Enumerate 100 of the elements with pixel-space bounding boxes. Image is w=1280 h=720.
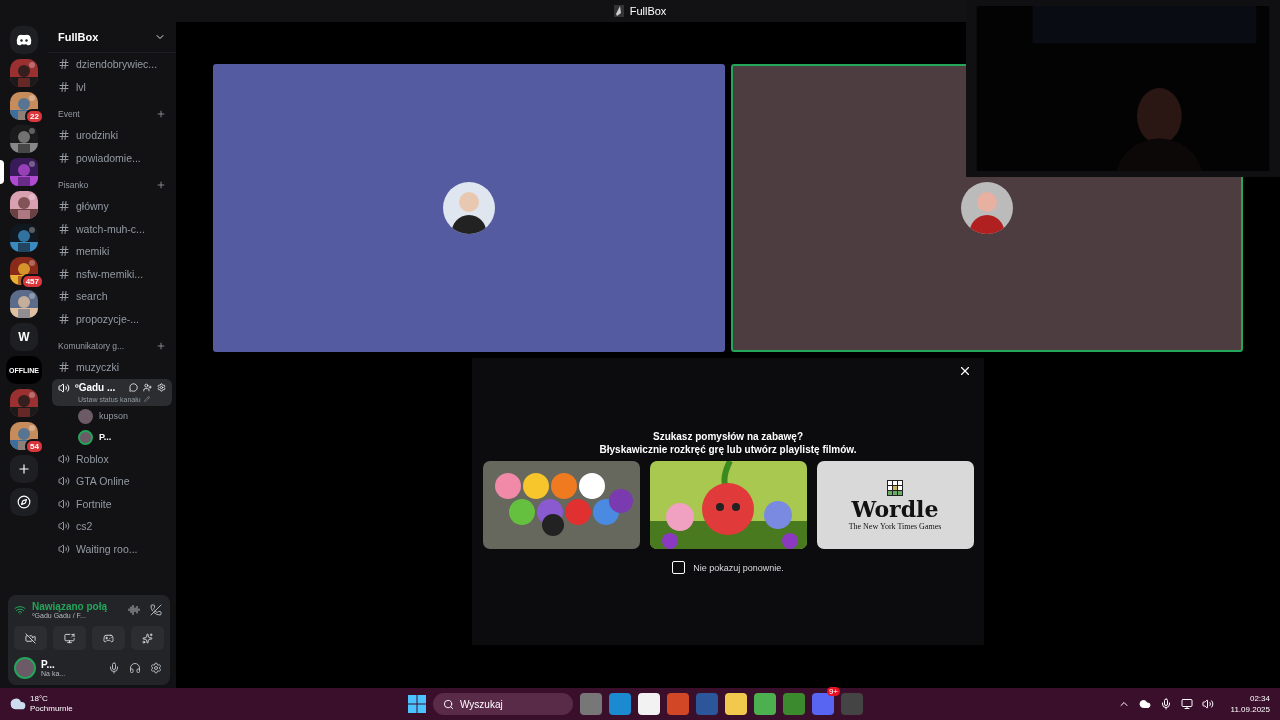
category-label[interactable]: Pisanko <box>58 180 89 190</box>
screen-share-icon <box>64 632 75 644</box>
connection-icon[interactable] <box>14 604 26 616</box>
hash-icon <box>58 58 70 71</box>
speaker-icon <box>58 497 70 510</box>
camera-button[interactable] <box>14 626 47 650</box>
grid-icon <box>887 479 903 496</box>
channel-item[interactable]: propozycje-... <box>52 307 172 330</box>
server-header[interactable]: FullBox <box>48 22 176 53</box>
noise-suppression-button[interactable] <box>126 602 142 618</box>
hash-icon <box>58 361 70 374</box>
hash-icon <box>58 267 70 280</box>
windows-start-icon[interactable] <box>408 695 426 713</box>
channel-name: ºGadu ... <box>75 382 117 393</box>
speaker-icon <box>58 381 70 394</box>
chat-icon[interactable] <box>129 383 138 392</box>
search-icon <box>443 698 454 710</box>
compass-icon <box>17 495 31 509</box>
add-server-button[interactable] <box>10 455 38 483</box>
soundboard-button[interactable] <box>131 626 164 650</box>
hash-icon <box>58 200 70 213</box>
discord-logo-icon[interactable] <box>10 26 38 54</box>
cloud-icon[interactable] <box>1138 698 1151 710</box>
voice-channel-item[interactable]: Roblox <box>52 447 172 470</box>
explore-button[interactable] <box>10 488 38 516</box>
invite-icon[interactable] <box>143 383 152 392</box>
user-name: P... <box>41 659 56 670</box>
voice-channel-item[interactable]: Waiting roo... <box>52 537 172 560</box>
pencil-icon[interactable] <box>143 396 150 402</box>
channel-item[interactable]: search <box>52 285 172 308</box>
weather-text[interactable]: Pochmurnie <box>30 704 73 714</box>
hash-icon <box>58 312 70 325</box>
hash-icon <box>58 245 70 258</box>
camera-off-icon <box>25 632 36 644</box>
channel-item[interactable]: memiki <box>52 240 172 263</box>
voice-channel-item[interactable]: Fortnite <box>52 492 172 515</box>
phone-icon <box>150 604 162 616</box>
hash-icon <box>58 222 70 235</box>
activity-card[interactable]: Wordle The New York Times Games <box>816 461 974 549</box>
channel-item[interactable]: powiadomie... <box>52 146 172 169</box>
window-title: FullBox <box>629 5 667 17</box>
headphones-button[interactable] <box>127 660 143 676</box>
plus-icon <box>17 462 31 476</box>
clock[interactable]: 02:34 11.09.2025 <box>1230 693 1270 715</box>
settings-button[interactable] <box>148 660 164 676</box>
taskbar-search[interactable]: Wyszukaj <box>433 693 573 715</box>
settings-icon[interactable] <box>157 383 166 392</box>
hash-icon <box>58 290 70 303</box>
screen-share-button[interactable] <box>53 626 86 650</box>
activity-button[interactable] <box>92 626 125 650</box>
disconnect-button[interactable] <box>148 602 164 618</box>
voice-channel-item[interactable]: GTA Online <box>52 470 172 493</box>
settings-icon <box>150 662 162 674</box>
cloud-icon[interactable] <box>10 696 26 712</box>
channel-item[interactable]: główny <box>52 195 172 218</box>
volume-icon[interactable] <box>1201 698 1214 710</box>
mic-icon[interactable] <box>1159 698 1172 710</box>
add-channel-icon[interactable] <box>156 180 166 190</box>
game-publisher: The New York Times Games <box>848 521 942 531</box>
close-button[interactable] <box>958 364 972 378</box>
add-channel-icon[interactable] <box>156 109 166 119</box>
category-label[interactable]: Event <box>58 109 80 119</box>
hash-icon <box>58 80 70 93</box>
popup-text: Błyskawicznie rozkręć grę lub utwórz playlistę filmów. <box>599 443 857 456</box>
selected-indicator <box>0 160 4 184</box>
channel-item[interactable]: urodzinki <box>52 124 172 147</box>
popup-heading: Szukasz pomysłów na zabawę? <box>652 430 803 443</box>
notification-badge: 9+ <box>826 687 840 696</box>
game-title: Wordle <box>851 496 939 521</box>
hash-icon <box>58 151 70 164</box>
channel-item[interactable]: lvl <box>52 75 172 98</box>
channel-item[interactable]: nsfw-memiki... <box>52 262 172 285</box>
unread-badge: 457 <box>20 274 44 289</box>
mic-icon <box>108 662 120 674</box>
speaker-icon <box>58 452 70 465</box>
unread-badge: 54 <box>25 439 44 454</box>
channel-item[interactable]: muzyczki <box>52 356 172 379</box>
hash-icon <box>58 129 70 142</box>
speaker-icon <box>58 542 70 555</box>
checkbox[interactable] <box>672 561 686 574</box>
add-channel-icon[interactable] <box>156 341 166 351</box>
channel-item[interactable]: watch-muh-c... <box>52 217 172 240</box>
sound-wave-icon <box>128 604 140 616</box>
checkbox-label: Nie pokazuj ponownie. <box>693 562 784 573</box>
speaker-icon <box>58 475 70 488</box>
server-icon[interactable]: W <box>10 323 38 351</box>
member-name[interactable]: kupson <box>99 411 129 421</box>
video-tile[interactable] <box>213 64 725 352</box>
member-name[interactable]: P... <box>99 432 112 442</box>
connection-status: Nawiązano połą <box>32 601 108 612</box>
category-label[interactable]: Komunikatory g... <box>58 341 125 351</box>
voice-channel-item[interactable]: cs2 <box>52 515 172 538</box>
temperature[interactable]: 18°C <box>30 694 73 704</box>
close-icon <box>958 364 972 378</box>
channel-item[interactable]: dziendobrywiec... <box>52 53 172 76</box>
unread-badge: 22 <box>25 109 44 124</box>
sparkles-icon <box>142 632 153 644</box>
user-avatar[interactable] <box>14 657 36 679</box>
gamepad-icon <box>103 632 114 644</box>
speaker-icon <box>58 520 70 533</box>
